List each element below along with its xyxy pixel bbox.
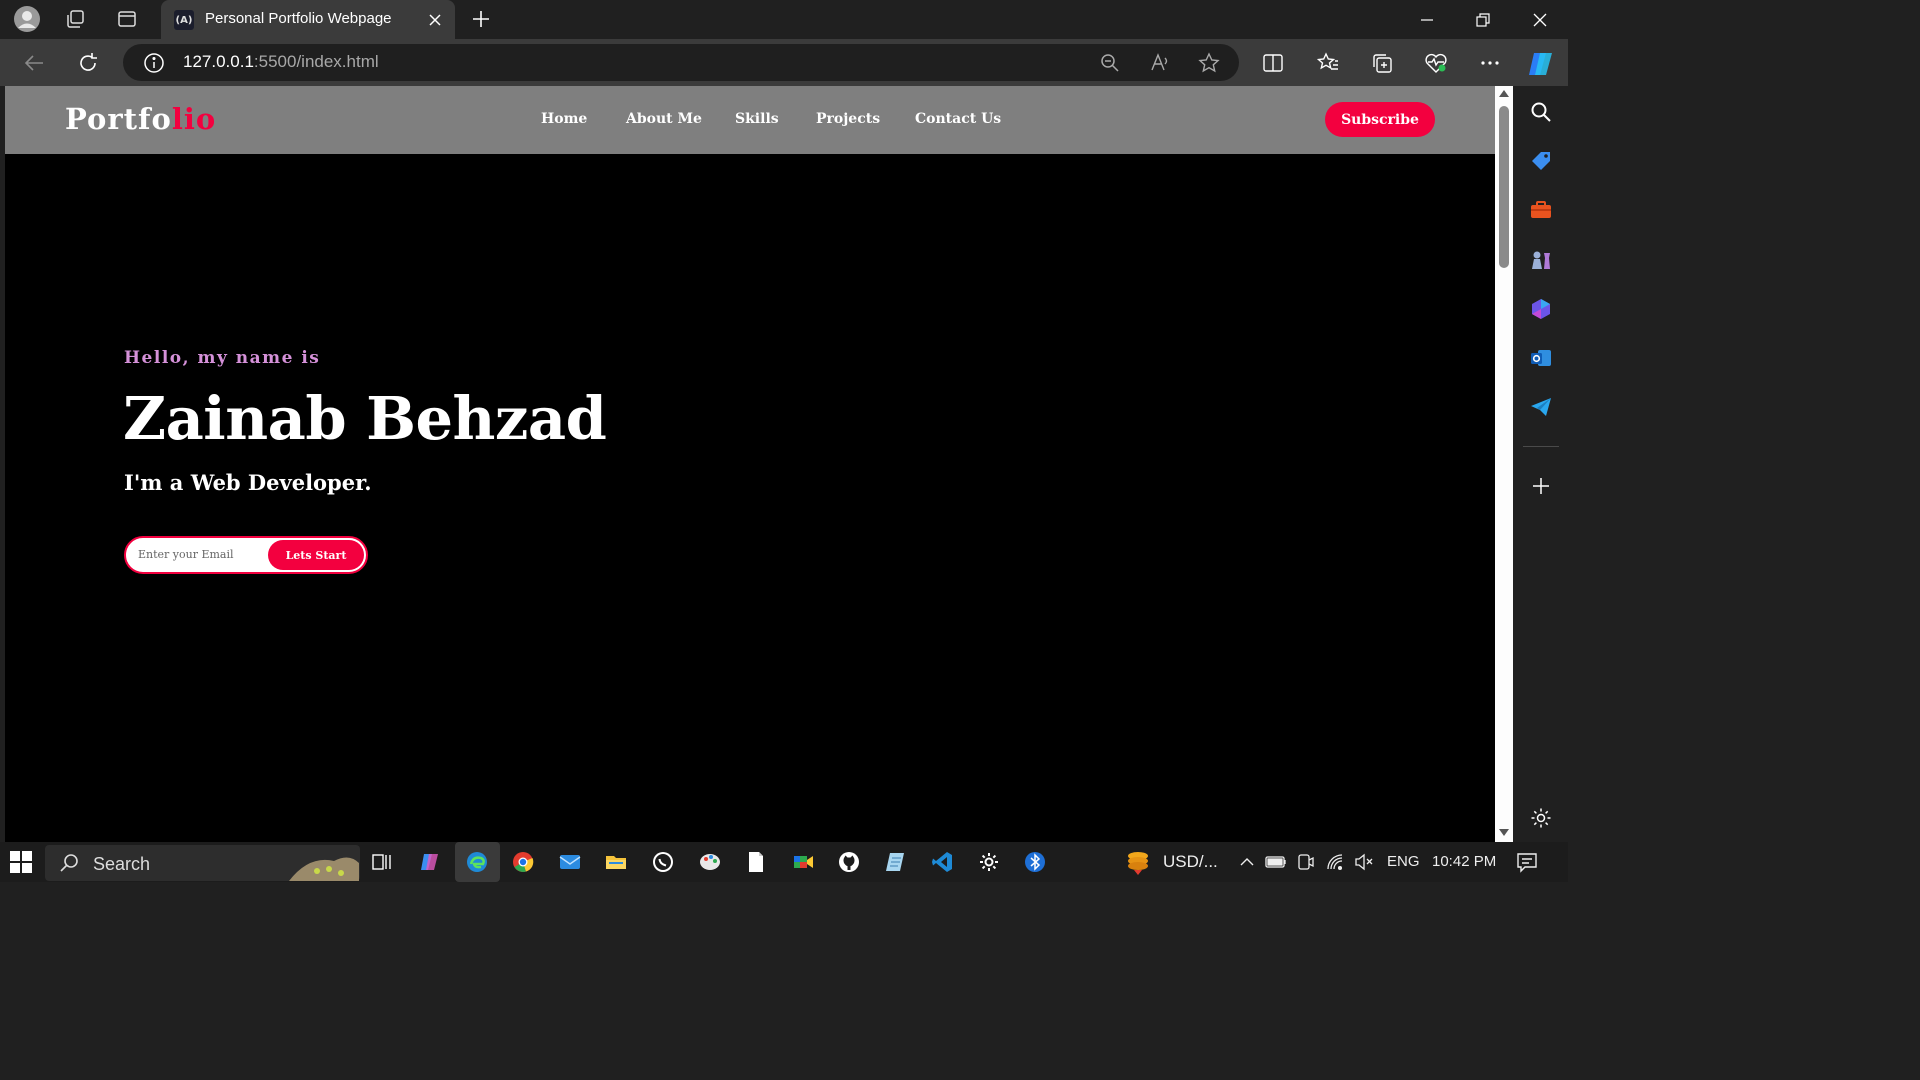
settings-taskbar-icon[interactable] [975, 848, 1003, 876]
favorites-icon[interactable] [1314, 49, 1342, 77]
taskbar-search-label: Search [93, 854, 151, 874]
windows-taskbar: Search USD/... ENG 10:42 PM [0, 842, 1568, 882]
browser-essentials-icon[interactable] [1422, 49, 1450, 77]
copilot-icon[interactable] [1526, 49, 1556, 79]
taskbar-search-box[interactable]: Search [45, 845, 360, 881]
zoom-out-icon[interactable] [1098, 51, 1122, 75]
scroll-thumb[interactable] [1499, 106, 1509, 268]
vscode-taskbar-icon[interactable] [928, 848, 956, 876]
active-tab[interactable]: (A) Personal Portfolio Webpage [161, 0, 455, 39]
language-indicator[interactable]: ENG [1387, 853, 1420, 870]
page-viewport: Portfolio Home About Me Skills Projects … [5, 86, 1495, 842]
settings-more-icon[interactable] [1476, 49, 1504, 77]
outlook-icon[interactable] [1527, 344, 1555, 372]
lets-start-button[interactable]: Lets Start [268, 540, 364, 570]
address-bar[interactable]: 127.0.0.1:5500/index.html [123, 44, 1239, 81]
site-info-icon[interactable] [143, 52, 165, 74]
email-signup-form: Lets Start [124, 536, 368, 574]
taskbar-search-icon [59, 853, 79, 873]
github-taskbar-icon[interactable] [835, 848, 863, 876]
refresh-icon[interactable] [72, 47, 104, 79]
address-host: 127.0.0.1 [183, 52, 254, 71]
close-window-icon[interactable] [1512, 0, 1568, 39]
notes-taskbar-icon[interactable] [882, 848, 910, 876]
collections-icon[interactable] [1368, 49, 1396, 77]
logo-main-text: Portfo [65, 102, 172, 136]
volume-muted-icon[interactable] [1350, 848, 1378, 876]
nav-link-contact-us[interactable]: Contact Us [915, 111, 1001, 127]
address-url[interactable]: 127.0.0.1:5500/index.html [183, 52, 379, 72]
sidebar-search-icon[interactable] [1527, 98, 1555, 126]
split-screen-icon[interactable] [1259, 49, 1287, 77]
browser-toolbar: 127.0.0.1:5500/index.html [0, 39, 1568, 86]
search-highlight-image-icon [289, 849, 359, 881]
copilot-taskbar-icon[interactable] [416, 848, 444, 876]
nav-link-skills[interactable]: Skills [735, 111, 779, 127]
email-input[interactable] [138, 545, 268, 563]
nav-link-home[interactable]: Home [541, 111, 587, 127]
mail-taskbar-icon[interactable] [556, 848, 584, 876]
vertical-tabs-icon[interactable] [111, 4, 143, 34]
tab-title: Personal Portfolio Webpage [205, 10, 392, 27]
site-navbar: Portfolio Home About Me Skills Projects … [5, 86, 1495, 154]
tab-favicon-icon: (A) [174, 10, 194, 30]
address-path: :5500/index.html [253, 52, 379, 71]
profile-avatar-icon[interactable] [11, 4, 43, 34]
games-chess-icon[interactable] [1527, 246, 1555, 274]
currency-widget-text[interactable]: USD/... [1163, 852, 1218, 872]
close-tab-icon[interactable] [425, 10, 445, 30]
chrome-taskbar-icon[interactable] [509, 848, 537, 876]
whatsapp-taskbar-icon[interactable] [649, 848, 677, 876]
wifi-icon[interactable] [1322, 848, 1350, 876]
currency-coins-icon[interactable] [1124, 848, 1152, 876]
notifications-icon[interactable] [1513, 848, 1541, 876]
edge-taskbar-icon[interactable] [463, 848, 491, 876]
microsoft-365-icon[interactable] [1527, 295, 1555, 323]
windows-start-icon[interactable] [10, 851, 32, 873]
battery-icon[interactable] [1262, 848, 1290, 876]
scroll-up-arrow-icon[interactable] [1499, 90, 1509, 97]
send-telegram-icon[interactable] [1527, 393, 1555, 421]
tools-briefcase-icon[interactable] [1527, 196, 1555, 224]
read-aloud-icon[interactable] [1148, 51, 1172, 75]
workspaces-icon[interactable] [59, 4, 91, 34]
camera-icon[interactable] [1292, 848, 1320, 876]
new-tab-icon[interactable] [468, 6, 494, 32]
meet-taskbar-icon[interactable] [789, 848, 817, 876]
shopping-tag-icon[interactable] [1527, 147, 1555, 175]
nav-link-projects[interactable]: Projects [816, 111, 880, 127]
nav-link-about-me[interactable]: About Me [626, 111, 702, 127]
restore-icon[interactable] [1455, 0, 1511, 39]
sidebar-add-icon[interactable] [1527, 472, 1555, 500]
sidebar-divider [1523, 446, 1559, 447]
back-arrow-icon[interactable] [18, 47, 50, 79]
paint-taskbar-icon[interactable] [696, 848, 724, 876]
notepad-taskbar-icon[interactable] [742, 848, 770, 876]
hero-greeting: Hello, my name is [124, 348, 321, 368]
browser-titlebar: (A) Personal Portfolio Webpage [0, 0, 1568, 39]
logo-accent-text: lio [171, 102, 217, 136]
page-scrollbar[interactable] [1495, 86, 1513, 842]
edge-sidebar [1513, 86, 1568, 842]
minimize-icon[interactable] [1399, 0, 1455, 39]
scroll-down-arrow-icon[interactable] [1499, 829, 1509, 836]
hero-name: Zainab Behzad [123, 384, 607, 453]
hero-role: I'm a Web Developer. [124, 470, 372, 495]
bluetooth-taskbar-icon[interactable] [1021, 848, 1049, 876]
subscribe-button[interactable]: Subscribe [1325, 102, 1435, 137]
clock-time[interactable]: 10:42 PM [1432, 853, 1496, 870]
file-explorer-taskbar-icon[interactable] [602, 848, 630, 876]
site-logo[interactable]: Portfolio [65, 102, 216, 136]
favorite-star-icon[interactable] [1197, 51, 1221, 75]
sidebar-settings-gear-icon[interactable] [1527, 804, 1555, 832]
show-hidden-icons-chevron-icon[interactable] [1233, 848, 1261, 876]
task-view-icon[interactable] [368, 848, 396, 876]
